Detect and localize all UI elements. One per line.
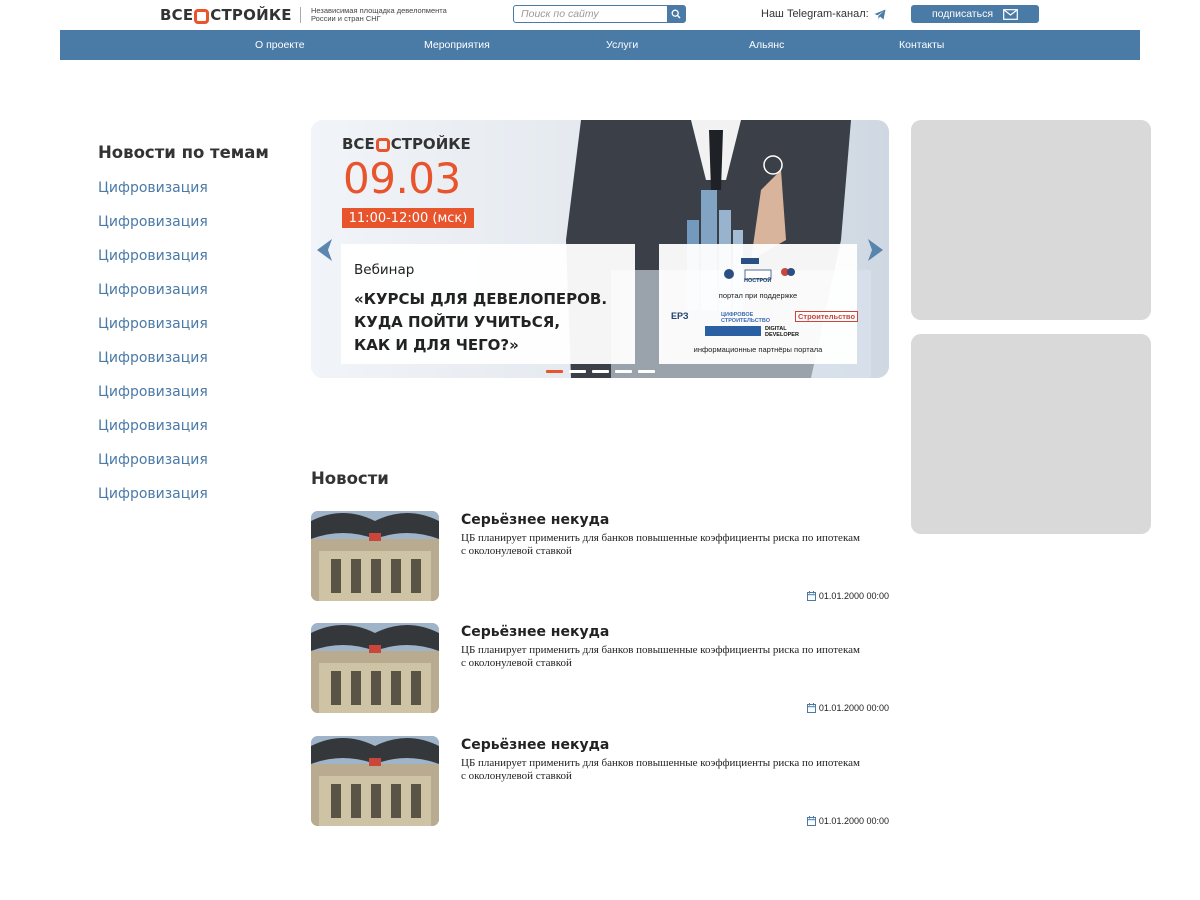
- news-headline[interactable]: Серьёзнее некуда: [461, 512, 609, 528]
- promo-banner[interactable]: ВСЕ СТРОЙКЕ 09.03 11:00-12:00 (мск) Веби…: [311, 120, 889, 378]
- news-date-text: 01.01.2000 00:00: [818, 816, 889, 826]
- news-date-text: 01.01.2000 00:00: [818, 591, 889, 601]
- search-icon: [671, 9, 681, 19]
- logo-text-right: СТРОЙКЕ: [210, 6, 292, 24]
- nav-item-services[interactable]: Услуги: [606, 39, 638, 51]
- slider-dot[interactable]: [592, 370, 609, 373]
- banner-logo-mark-icon: [375, 138, 390, 152]
- sidebar-topic-link[interactable]: Цифровизация: [98, 180, 208, 196]
- logo-tagline: Независимая площадка девелопмента России…: [311, 6, 447, 23]
- site-logo[interactable]: ВСЕ СТРОЙКЕ Независимая площадка девелоп…: [160, 5, 447, 25]
- banner-text-card: Вебинар «КУРСЫ ДЛЯ ДЕВЕЛОПЕРОВ. КУДА ПОЙ…: [341, 244, 635, 364]
- subscribe-button[interactable]: подписаться: [911, 5, 1039, 23]
- partner-logo-stroitelstvo: Строительство: [795, 311, 859, 322]
- news-card[interactable]: Серьёзнее некуда ЦБ планирует применить …: [311, 511, 889, 603]
- banner-partners-label: информационные партнёры портала: [693, 345, 823, 354]
- chevron-left-icon[interactable]: [314, 237, 336, 263]
- banner-support-label: портал при поддержке: [718, 291, 798, 300]
- search-input[interactable]: [514, 6, 668, 22]
- banner-time: 11:00-12:00 (мск): [342, 208, 474, 228]
- search-button[interactable]: [667, 6, 685, 22]
- sidebar-topic-link[interactable]: Цифровизация: [98, 452, 208, 468]
- news-thumbnail[interactable]: [311, 736, 439, 826]
- nav-item-about[interactable]: О проекте: [255, 39, 305, 51]
- banner-logo-left: ВСЕ: [342, 135, 375, 153]
- news-thumbnail[interactable]: [311, 623, 439, 713]
- banner-headline-line: КАК И ДЛЯ ЧЕГО?»: [354, 336, 519, 354]
- calendar-icon: [806, 816, 816, 826]
- telegram-link[interactable]: Наш Telegram-канал:: [761, 8, 886, 20]
- news-date: 01.01.2000 00:00: [806, 703, 889, 713]
- calendar-icon: [806, 703, 816, 713]
- news-thumbnail-image: [311, 511, 439, 601]
- news-section-title: Новости: [311, 469, 389, 488]
- news-description: ЦБ планирует применить для банков повыше…: [461, 757, 860, 782]
- logo-text-left: ВСЕ: [160, 6, 194, 24]
- sidebar-topic-link[interactable]: Цифровизация: [98, 214, 208, 230]
- mail-icon: [1003, 8, 1018, 20]
- slider-pagination: [546, 370, 655, 373]
- nav-item-alliance[interactable]: Альянс: [749, 39, 784, 51]
- sidebar-topic-link[interactable]: Цифровизация: [98, 316, 208, 332]
- news-card[interactable]: Серьёзнее некуда ЦБ планирует применить …: [311, 623, 889, 715]
- news-date: 01.01.2000 00:00: [806, 816, 889, 826]
- calendar-icon: [806, 591, 816, 601]
- news-thumbnail[interactable]: [311, 511, 439, 601]
- news-description: ЦБ планирует применить для банков повыше…: [461, 644, 860, 669]
- news-date-text: 01.01.2000 00:00: [818, 703, 889, 713]
- telegram-icon: [874, 9, 886, 19]
- search-box: [513, 5, 686, 23]
- news-thumbnail-image: [311, 623, 439, 713]
- sidebar-topic-link[interactable]: Цифровизация: [98, 350, 208, 366]
- partner-logo-nostroy: НОСТРОЙ: [744, 278, 772, 284]
- banner-date: 09.03: [343, 154, 461, 203]
- news-thumbnail-image: [311, 736, 439, 826]
- news-card[interactable]: Серьёзнее некуда ЦБ планирует применить …: [311, 736, 889, 828]
- news-description: ЦБ планирует применить для банков повыше…: [461, 532, 860, 557]
- nav-item-events[interactable]: Мероприятия: [424, 39, 490, 51]
- sidebar-topic-link[interactable]: Цифровизация: [98, 418, 208, 434]
- ad-placeholder-bottom[interactable]: [911, 334, 1151, 534]
- news-date: 01.01.2000 00:00: [806, 591, 889, 601]
- slider-dot[interactable]: [546, 370, 563, 373]
- logo-mark-icon: [194, 8, 210, 24]
- sidebar-title: Новости по темам: [98, 143, 269, 162]
- partner-logo-image: [705, 326, 761, 336]
- sidebar-topic-link[interactable]: Цифровизация: [98, 486, 208, 502]
- banner-logo-right: СТРОЙКЕ: [390, 135, 471, 153]
- sidebar-topic-link[interactable]: Цифровизация: [98, 384, 208, 400]
- nav-item-contacts[interactable]: Контакты: [899, 39, 944, 51]
- banner-headline-line: КУДА ПОЙТИ УЧИТЬСЯ,: [354, 313, 561, 331]
- banner-webinar-label: Вебинар: [354, 262, 415, 278]
- subscribe-label: подписаться: [931, 8, 994, 20]
- news-headline[interactable]: Серьёзнее некуда: [461, 624, 609, 640]
- banner-partners-card: НОСТРОЙ портал при поддержке ЕРЗ ЦИФРОВО…: [659, 244, 859, 364]
- chevron-right-icon[interactable]: [864, 237, 886, 263]
- partner-logo-digital-developer: DIGITAL DEVELOPER: [765, 326, 799, 338]
- slider-dot[interactable]: [638, 370, 655, 373]
- banner-logo: ВСЕ СТРОЙКЕ: [342, 135, 471, 153]
- sidebar-topic-link[interactable]: Цифровизация: [98, 282, 208, 298]
- partner-logo-erz: ЕРЗ: [671, 311, 689, 321]
- main-nav: О проекте Мероприятия Услуги Альянс Конт…: [60, 30, 1140, 60]
- site-header: ВСЕ СТРОЙКЕ Независимая площадка девелоп…: [0, 0, 1200, 30]
- ad-placeholder-top[interactable]: [911, 120, 1151, 320]
- telegram-label: Наш Telegram-канал:: [761, 8, 869, 20]
- banner-headline-line: «КУРСЫ ДЛЯ ДЕВЕЛОПЕРОВ.: [354, 290, 608, 308]
- slider-dot[interactable]: [615, 370, 632, 373]
- slider-dot[interactable]: [569, 370, 586, 373]
- sidebar-topic-link[interactable]: Цифровизация: [98, 248, 208, 264]
- logo-divider: [300, 7, 301, 23]
- partner-logo-digital-construction: ЦИФРОВОЕ СТРОИТЕЛЬСТВО: [721, 312, 771, 324]
- news-headline[interactable]: Серьёзнее некуда: [461, 737, 609, 753]
- banner-headline: «КУРСЫ ДЛЯ ДЕВЕЛОПЕРОВ. КУДА ПОЙТИ УЧИТЬ…: [354, 288, 634, 357]
